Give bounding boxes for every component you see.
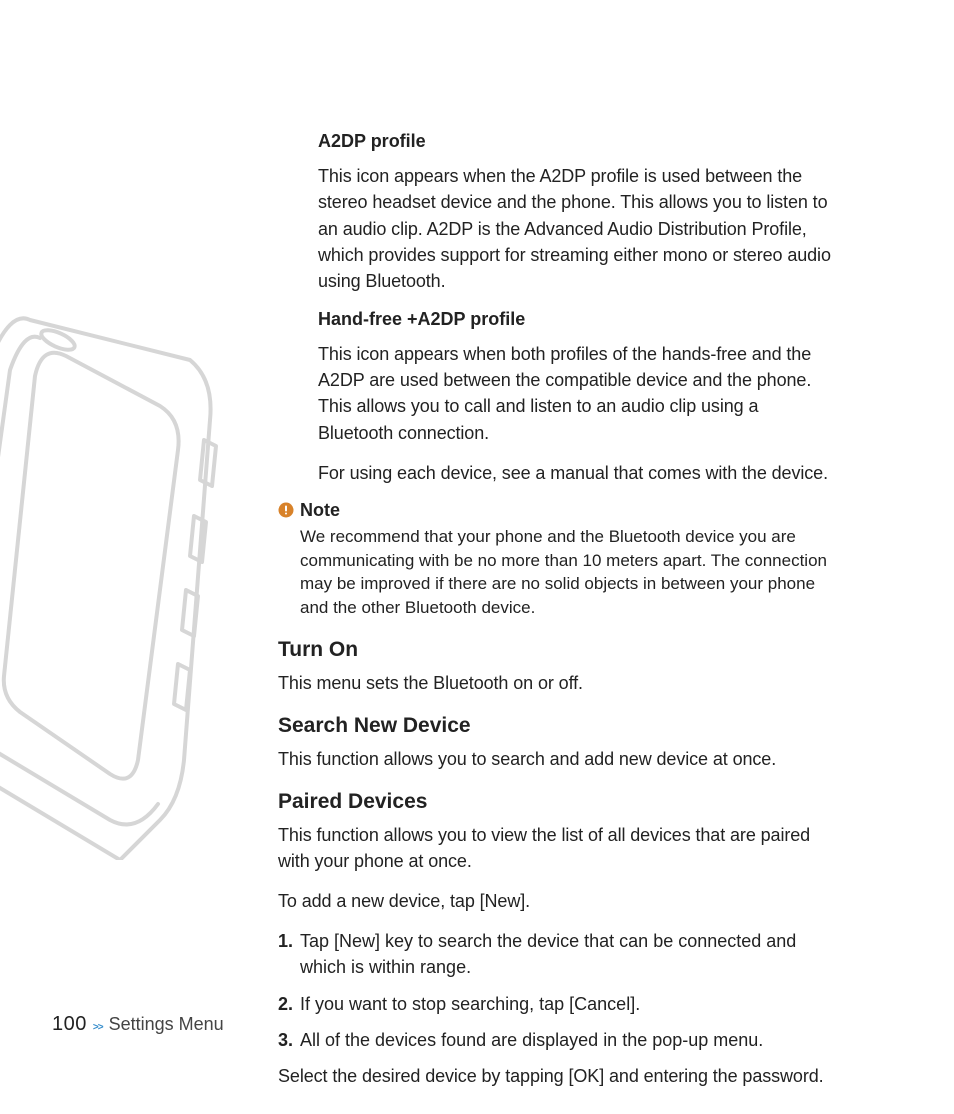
handfree-body-2: For using each device, see a manual that… xyxy=(318,460,838,486)
a2dp-section: A2DP profile This icon appears when the … xyxy=(318,130,838,486)
paired-devices-body-3: Select the desired device by tapping [OK… xyxy=(278,1063,838,1089)
note-block: Note We recommend that your phone and th… xyxy=(278,500,838,620)
step-1-number: 1. xyxy=(278,928,296,980)
step-2-number: 2. xyxy=(278,991,296,1017)
step-3-text: All of the devices found are displayed i… xyxy=(300,1027,763,1053)
step-1: 1. Tap [New] key to search the device th… xyxy=(278,928,838,980)
step-2: 2. If you want to stop searching, tap [C… xyxy=(278,991,838,1017)
page-number: 100 xyxy=(52,1013,87,1036)
content-column: A2DP profile This icon appears when the … xyxy=(278,130,838,1103)
paired-devices-heading: Paired Devices xyxy=(278,790,838,814)
manual-page: A2DP profile This icon appears when the … xyxy=(0,0,954,1114)
search-new-device-body: This function allows you to search and a… xyxy=(278,746,838,772)
footer-section-title: Settings Menu xyxy=(109,1014,224,1035)
a2dp-heading: A2DP profile xyxy=(318,130,838,153)
chevrons-icon: >> xyxy=(93,1022,103,1033)
paired-devices-body-1: This function allows you to view the lis… xyxy=(278,822,838,874)
paired-devices-body-2: To add a new device, tap [New]. xyxy=(278,888,838,914)
step-2-text: If you want to stop searching, tap [Canc… xyxy=(300,991,640,1017)
turn-on-heading: Turn On xyxy=(278,638,838,662)
phone-outline-illustration xyxy=(0,300,260,860)
search-new-device-heading: Search New Device xyxy=(278,714,838,738)
step-3: 3. All of the devices found are displaye… xyxy=(278,1027,838,1053)
page-footer: 100 >> Settings Menu xyxy=(52,1013,224,1036)
handfree-body-1: This icon appears when both profiles of … xyxy=(318,341,838,445)
note-header: Note xyxy=(278,500,838,521)
step-1-text: Tap [New] key to search the device that … xyxy=(300,928,838,980)
a2dp-body: This icon appears when the A2DP profile … xyxy=(318,163,838,293)
note-body: We recommend that your phone and the Blu… xyxy=(278,525,834,620)
handfree-heading: Hand-free +A2DP profile xyxy=(318,308,838,331)
note-alert-icon xyxy=(278,502,294,518)
step-3-number: 3. xyxy=(278,1027,296,1053)
note-title: Note xyxy=(300,500,340,521)
turn-on-body: This menu sets the Bluetooth on or off. xyxy=(278,670,838,696)
